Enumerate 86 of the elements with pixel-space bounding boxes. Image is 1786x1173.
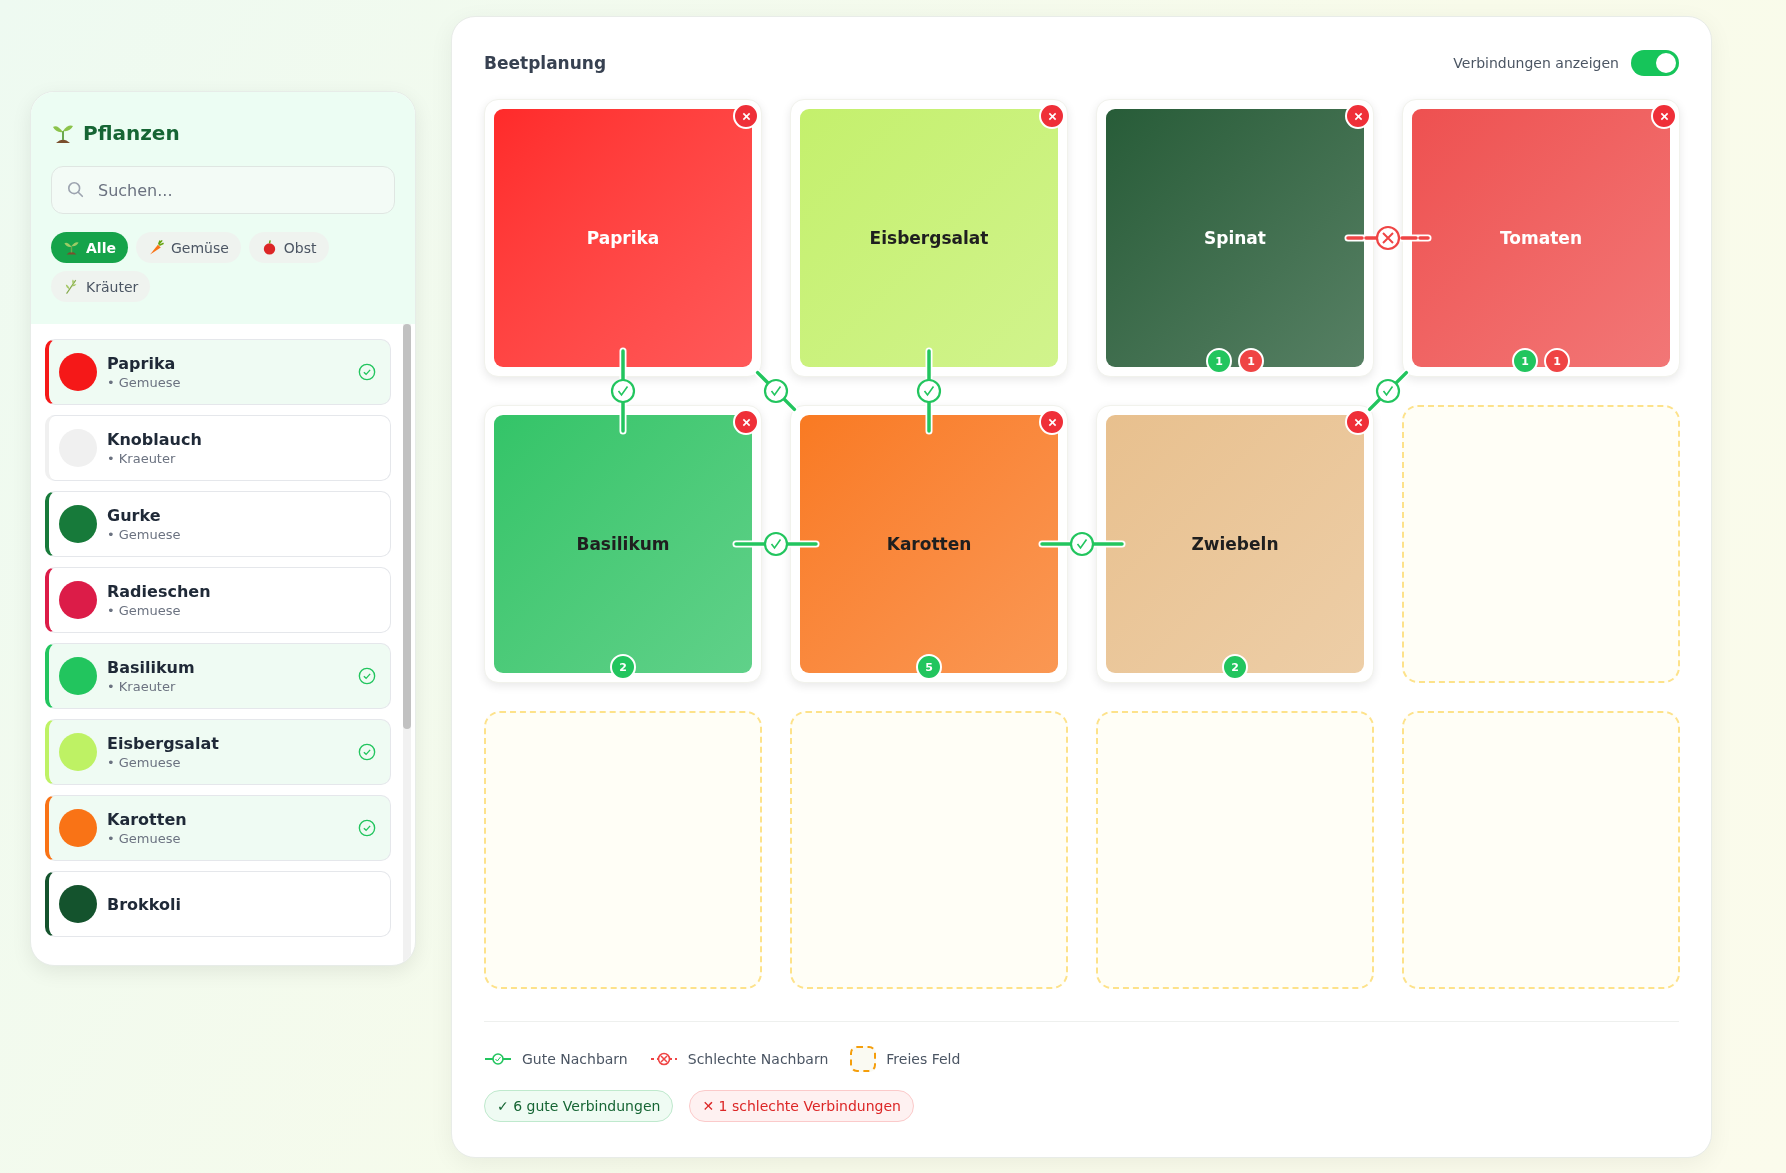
sidebar-title: Pflanzen bbox=[83, 121, 180, 145]
plant-name: Zwiebeln bbox=[1191, 534, 1279, 554]
legend-label: Freies Feld bbox=[886, 1051, 961, 1067]
plant-category: • Gemuese bbox=[107, 603, 182, 618]
plant-name: Karotten bbox=[107, 810, 188, 829]
plant-card[interactable]: Eisbergsalat bbox=[790, 99, 1068, 377]
plant-category: • Gemuese bbox=[107, 527, 182, 542]
close-icon bbox=[1353, 111, 1363, 121]
close-icon bbox=[1353, 417, 1363, 427]
panel-title: Beetplanung bbox=[484, 53, 607, 73]
plant-card[interactable]: Tomaten 1 1 bbox=[1402, 99, 1680, 377]
filter-chip[interactable]: Gemüse bbox=[135, 232, 241, 263]
plant-name: Basilikum bbox=[576, 534, 670, 554]
plant-card[interactable]: Karotten 5 bbox=[790, 405, 1068, 683]
check-circle-icon bbox=[358, 363, 376, 381]
plant-item[interactable]: Paprika • Gemuese bbox=[45, 339, 391, 405]
plant-color-dot bbox=[59, 733, 97, 771]
check-circle-icon bbox=[358, 743, 376, 761]
filter-chip[interactable]: Obst bbox=[248, 232, 329, 263]
plant-name: Gurke bbox=[107, 506, 162, 525]
close-icon bbox=[1047, 111, 1057, 121]
sprout-icon bbox=[63, 239, 80, 256]
remove-button[interactable] bbox=[733, 409, 759, 435]
plant-item[interactable]: Knoblauch • Kraeuter bbox=[45, 415, 391, 481]
plant-item[interactable]: Karotten • Gemuese bbox=[45, 795, 391, 861]
close-icon bbox=[1659, 111, 1669, 121]
plant-card[interactable]: Zwiebeln 2 bbox=[1096, 405, 1374, 683]
good-count-badge: 1 bbox=[1206, 348, 1232, 374]
plant-item[interactable]: Basilikum • Kraeuter bbox=[45, 643, 391, 709]
plant-color-dot bbox=[59, 885, 97, 923]
plant-category: • Kraeuter bbox=[107, 679, 177, 694]
plant-card[interactable]: Basilikum 2 bbox=[484, 405, 762, 683]
close-icon bbox=[1047, 417, 1057, 427]
plant-card[interactable]: Spinat 1 1 bbox=[1096, 99, 1374, 377]
plant-item[interactable]: Radieschen • Gemuese bbox=[45, 567, 391, 633]
plant-color-dot bbox=[59, 353, 97, 391]
plant-name: Paprika bbox=[107, 354, 177, 373]
filter-chip[interactable]: Kräuter bbox=[51, 271, 151, 302]
plant-name: Paprika bbox=[586, 228, 660, 248]
bad-connector-icon bbox=[649, 1052, 678, 1066]
good-connector-icon bbox=[484, 1052, 512, 1066]
remove-button[interactable] bbox=[1345, 409, 1371, 435]
plant-name: Knoblauch bbox=[107, 430, 203, 449]
search-field[interactable]: Suchen... bbox=[51, 166, 395, 214]
plant-item[interactable]: Eisbergsalat • Gemuese bbox=[45, 719, 391, 785]
remove-button[interactable] bbox=[1345, 103, 1371, 129]
remove-button[interactable] bbox=[733, 103, 759, 129]
plant-color-dot bbox=[59, 581, 97, 619]
toggle-label: Verbindungen anzeigen bbox=[1453, 55, 1619, 71]
plant-category: • Gemuese bbox=[107, 831, 182, 846]
legend-label: Schlechte Nachbarn bbox=[687, 1051, 829, 1067]
good-count-badge: 5 bbox=[916, 654, 942, 680]
plant-category: • Kraeuter bbox=[107, 451, 177, 466]
legend-label: Gute Nachbarn bbox=[522, 1051, 628, 1067]
plant-name: Basilikum bbox=[107, 658, 196, 677]
plant-item[interactable]: Gurke • Gemuese bbox=[45, 491, 391, 557]
check-circle-icon bbox=[358, 667, 376, 685]
conflict-count-badge: 1 bbox=[1238, 348, 1264, 374]
plant-color-dot bbox=[59, 657, 97, 695]
good-count-chip: ✓ 6 gute Verbindungen bbox=[484, 1090, 674, 1122]
plant-name: Eisbergsalat bbox=[869, 228, 989, 248]
conflict-count-badge: 1 bbox=[1544, 348, 1570, 374]
plant-category: • Gemuese bbox=[107, 755, 182, 770]
plant-name: Tomaten bbox=[1500, 228, 1582, 248]
remove-button[interactable] bbox=[1651, 103, 1677, 129]
plant-color-dot bbox=[59, 505, 97, 543]
bad-count-chip: ✕ 1 schlechte Verbindungen bbox=[689, 1090, 914, 1122]
plant-item[interactable]: Brokkoli bbox=[45, 871, 391, 937]
connections-toggle[interactable] bbox=[1631, 50, 1679, 76]
close-icon bbox=[741, 417, 751, 427]
good-count-badge: 1 bbox=[1512, 348, 1538, 374]
plant-name: Brokkoli bbox=[107, 894, 182, 914]
plant-name: Radieschen bbox=[107, 582, 212, 601]
search-icon bbox=[67, 181, 85, 199]
check-circle-icon bbox=[358, 819, 376, 837]
plant-name: Spinat bbox=[1204, 228, 1266, 248]
plant-category: • Gemuese bbox=[107, 375, 182, 390]
good-count-badge: 2 bbox=[610, 654, 636, 680]
plant-color-dot bbox=[59, 809, 97, 847]
remove-button[interactable] bbox=[1039, 103, 1065, 129]
scrollbar-thumb[interactable] bbox=[403, 324, 411, 729]
close-icon bbox=[741, 111, 751, 121]
plant-name: Karotten bbox=[886, 534, 972, 554]
good-count-badge: 2 bbox=[1222, 654, 1248, 680]
remove-button[interactable] bbox=[1039, 409, 1065, 435]
plant-name: Eisbergsalat bbox=[107, 734, 220, 753]
